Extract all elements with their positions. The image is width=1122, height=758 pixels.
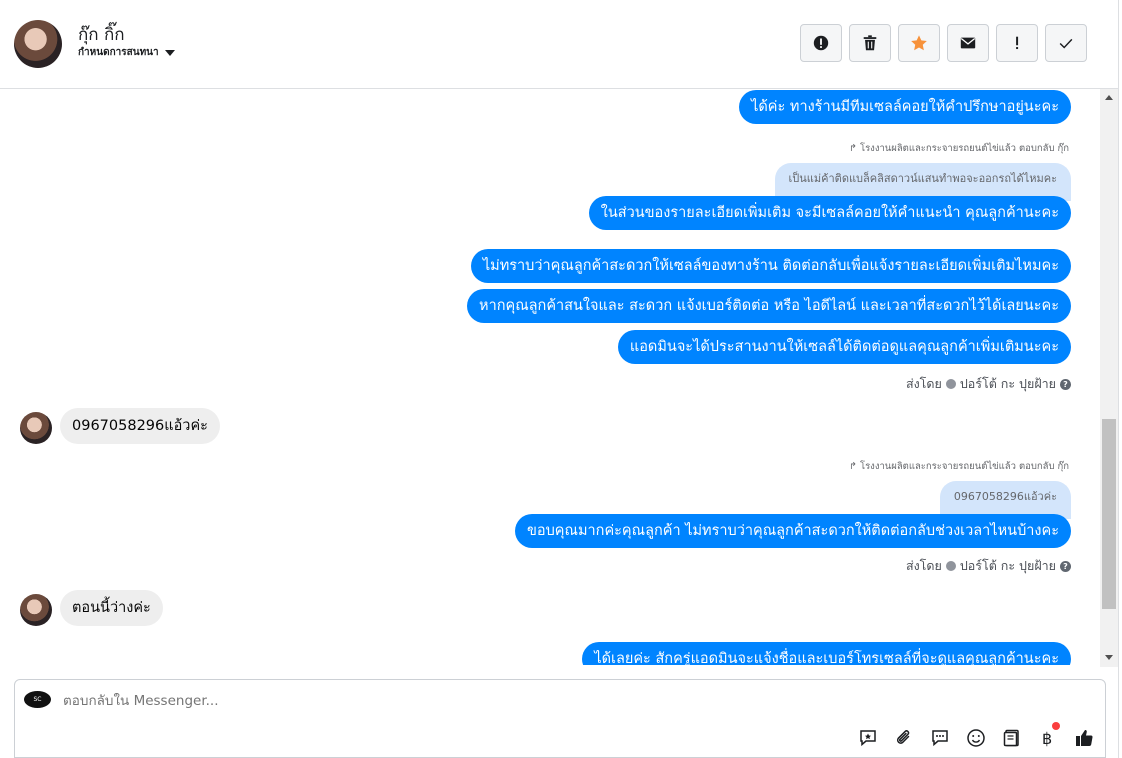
conversation-header: กุ๊ก กิ๊ก กำหนดการสนทนา <box>0 0 1118 89</box>
assign-conversation-dropdown[interactable]: กำหนดการสนทนา <box>78 45 175 60</box>
contact-avatar-small <box>20 412 52 444</box>
message-bubble: ไม่ทราบว่าคุณลูกค้าสะดวกให้เซลล์ของทางร้… <box>470 249 1071 283</box>
reply-note-text: โรงงานผลิตและกระจายรถยนต์ไข่แล้ว ตอบกลับ… <box>859 143 1069 154</box>
follow-up-button[interactable] <box>996 24 1038 62</box>
scroll-up-arrow-icon[interactable] <box>1105 95 1113 100</box>
check-icon <box>945 561 956 571</box>
message-bubble: ได้ค่ะ ทางร้านมีทีมเซลล์คอยให้คำปรึกษาอย… <box>739 90 1071 124</box>
reply-note-text: โรงงานผลิตและกระจายรถยนต์ไข่แล้ว ตอบกลับ… <box>859 461 1069 472</box>
check-icon <box>945 379 956 389</box>
contact-name[interactable]: กุ๊ก กิ๊ก <box>78 21 125 48</box>
reply-note: ↱ โรงงานผลิตและกระจายรถยนต์ไข่แล้ว ตอบกล… <box>849 459 1069 474</box>
mark-done-button[interactable] <box>1045 24 1087 62</box>
message-bubble: ตอนนี้ว่างค่ะ <box>60 590 163 626</box>
smiley-icon <box>966 728 985 747</box>
thread-scrollbar[interactable] <box>1100 89 1118 667</box>
emoji-button[interactable] <box>964 726 987 749</box>
mark-unread-button[interactable] <box>947 24 989 62</box>
chat-bubble-icon <box>931 729 948 746</box>
book-icon <box>1003 729 1019 746</box>
trash-icon <box>863 35 877 51</box>
sent-by-line: ส่งโดย ปอร์โต้ กะ ปุยฝ้าย ? <box>906 556 1071 576</box>
star-button[interactable] <box>898 24 940 62</box>
svg-text:฿: ฿ <box>1042 729 1052 748</box>
star-icon <box>911 35 927 51</box>
baht-icon: ฿ <box>1042 729 1052 748</box>
reply-arrow-icon: ↱ <box>849 461 857 472</box>
catalog-button[interactable] <box>1000 726 1023 749</box>
thumbs-up-icon <box>1075 729 1093 746</box>
sender-name[interactable]: ปอร์โต้ กะ ปุยฝ้าย <box>960 374 1056 394</box>
contact-avatar-small <box>20 594 52 626</box>
exclamation-circle-icon <box>813 35 829 51</box>
message-composer: SC ฿ <box>14 679 1106 758</box>
sent-by-label: ส่งโดย <box>905 558 942 573</box>
notification-dot <box>1052 722 1060 730</box>
saved-replies-button[interactable] <box>856 726 879 749</box>
outgoing-message: ได้ค่ะ ทางร้านมีทีมเซลล์คอยให้คำปรึกษาอย… <box>739 90 1071 124</box>
reply-note: ↱ โรงงานผลิตและกระจายรถยนต์ไข่แล้ว ตอบกล… <box>849 141 1069 156</box>
assign-conversation-label: กำหนดการสนทนา <box>78 47 159 58</box>
chat-star-icon <box>859 729 876 746</box>
checkmark-icon <box>1059 38 1073 49</box>
like-button[interactable] <box>1072 726 1095 749</box>
payment-button[interactable]: ฿ <box>1036 722 1060 749</box>
message-bubble: ขอบคุณมากค่ะคุณลูกค้า ไม่ทราบว่าคุณลูกค้… <box>514 514 1071 548</box>
reply-arrow-icon: ↱ <box>849 143 857 154</box>
message-bubble: ได้เลยค่ะ สักครู่แอดมินจะแจ้งชื่อและเบอร… <box>582 642 1071 665</box>
envelope-icon <box>960 37 976 49</box>
incoming-message: ตอนนี้ว่างค่ะ <box>60 590 163 626</box>
sender-name[interactable]: ปอร์โต้ กะ ปุยฝ้าย <box>960 556 1056 576</box>
exclamation-icon <box>1016 36 1019 50</box>
sent-by-label: ส่งโดย <box>905 376 942 391</box>
spam-button[interactable] <box>800 24 842 62</box>
message-bubble: หากคุณลูกค้าสนใจและ สะดวก แจ้งเบอร์ติดต่… <box>467 289 1071 323</box>
outgoing-message: ในส่วนของรายละเอียดเพิ่มเติม จะมีเซลล์คอ… <box>588 196 1071 230</box>
help-icon[interactable]: ? <box>1060 378 1071 390</box>
conversation-actions <box>800 24 1087 62</box>
panel-divider <box>1118 0 1122 758</box>
attach-button[interactable] <box>892 726 915 749</box>
scrollbar-thumb[interactable] <box>1102 419 1116 609</box>
composer-toolbar: ฿ <box>856 722 1095 749</box>
incoming-message: 0967058296แอ้วค่ะ <box>60 408 220 444</box>
sent-by-line: ส่งโดย ปอร์โต้ กะ ปุยฝ้าย ? <box>906 374 1071 394</box>
outgoing-message: หากคุณลูกค้าสนใจและ สะดวก แจ้งเบอร์ติดต่… <box>467 289 1071 323</box>
help-icon[interactable]: ? <box>1060 560 1071 572</box>
outgoing-message: ไม่ทราบว่าคุณลูกค้าสะดวกให้เซลล์ของทางร้… <box>470 249 1071 283</box>
outgoing-message: ขอบคุณมากค่ะคุณลูกค้า ไม่ทราบว่าคุณลูกค้… <box>514 514 1071 548</box>
message-bubble: ในส่วนของรายละเอียดเพิ่มเติม จะมีเซลล์คอ… <box>588 196 1071 230</box>
message-bubble: 0967058296แอ้วค่ะ <box>60 408 220 444</box>
delete-button[interactable] <box>849 24 891 62</box>
chat-button[interactable] <box>928 726 951 749</box>
caret-down-icon <box>164 49 175 56</box>
contact-avatar[interactable] <box>14 20 62 68</box>
page-logo: SC <box>24 691 51 708</box>
message-bubble: แอดมินจะได้ประสานงานให้เซลล์ได้ติดต่อดูแ… <box>617 330 1071 364</box>
reply-input[interactable] <box>63 693 663 709</box>
outgoing-message: แอดมินจะได้ประสานงานให้เซลล์ได้ติดต่อดูแ… <box>617 330 1071 364</box>
scroll-down-arrow-icon[interactable] <box>1105 655 1113 660</box>
message-thread[interactable]: ได้ค่ะ ทางร้านมีทีมเซลล์คอยให้คำปรึกษาอย… <box>0 90 1100 665</box>
outgoing-message: ได้เลยค่ะ สักครู่แอดมินจะแจ้งชื่อและเบอร… <box>582 642 1071 665</box>
paperclip-icon <box>896 729 909 744</box>
